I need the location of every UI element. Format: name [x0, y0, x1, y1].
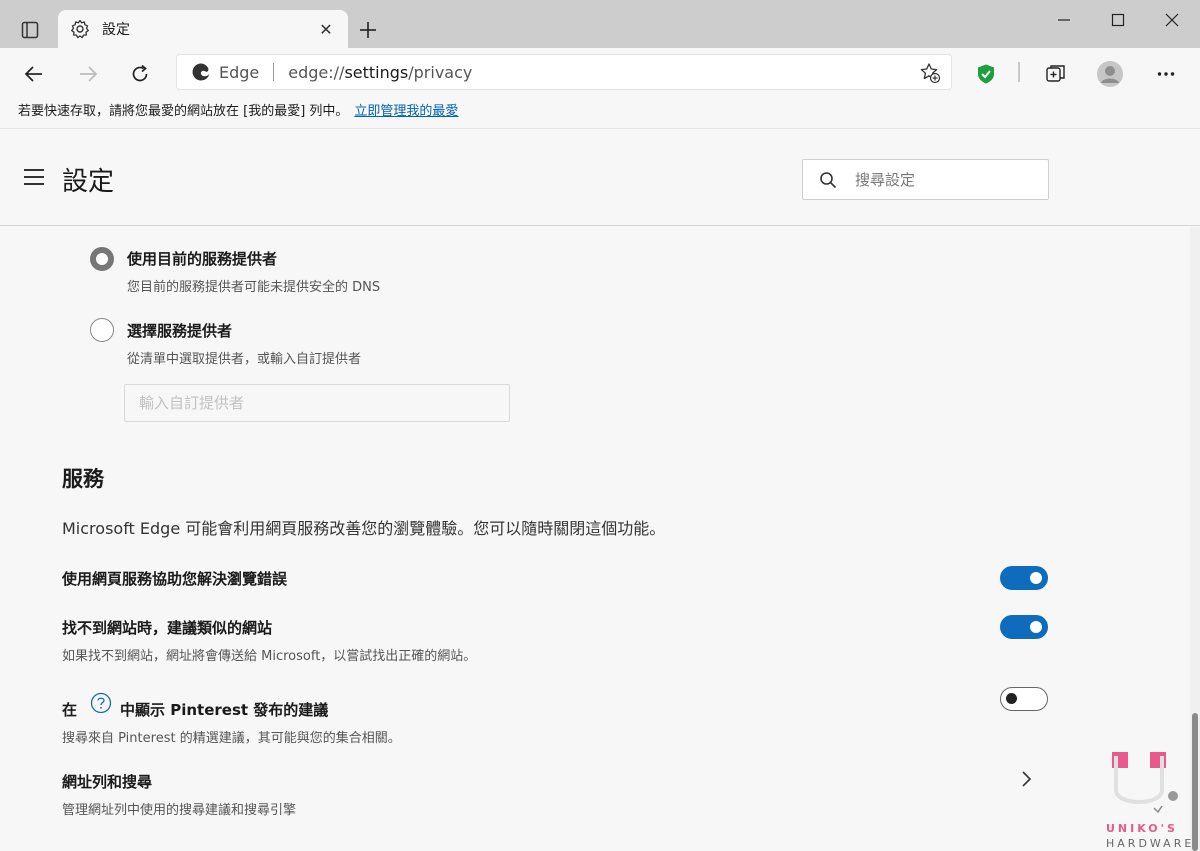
- chevron-right-icon[interactable]: [1020, 770, 1034, 788]
- watermark-line1: UNIKO'S: [1106, 822, 1178, 835]
- suggest-similar-sites-title: 找不到網站時，建議類似的網站: [62, 619, 273, 637]
- tab-strip: 設定 ✕: [0, 0, 1200, 48]
- shield-icon: [978, 64, 994, 84]
- watermark-logo: [1112, 752, 1178, 814]
- address-bar-search-title[interactable]: 網址列和搜尋: [62, 771, 152, 792]
- page-title: 設定: [62, 167, 115, 197]
- page-scrollbar[interactable]: [1190, 227, 1200, 851]
- manage-favorites-link[interactable]: 立即管理我的最愛: [354, 104, 458, 119]
- watermark: UNIKO'S HARDWARE: [1106, 748, 1191, 851]
- collections-help-icon[interactable]: [90, 692, 112, 714]
- gear-icon: [71, 19, 89, 39]
- arrow-left-icon: [24, 66, 42, 82]
- address-separator: [273, 63, 275, 81]
- close-tab-button[interactable]: ✕: [316, 19, 336, 39]
- avatar-icon: [1097, 61, 1123, 87]
- settings-content: 使用目前的服務提供者 您目前的服務提供者可能未提供安全的 DNS 選擇服務提供者…: [0, 227, 1190, 851]
- custom-provider-input[interactable]: [124, 384, 510, 422]
- collections-button[interactable]: [1040, 58, 1072, 90]
- suggest-similar-sites-desc: 如果找不到網站，網址將會傳送給 Microsoft，以嘗試找出正確的網站。: [62, 649, 477, 664]
- minimize-button[interactable]: [1036, 0, 1092, 40]
- address-bar-search-desc: 管理網址列中使用的搜尋建議和搜尋引擎: [62, 803, 297, 818]
- address-bar[interactable]: Edge edge://settings/privacy: [176, 54, 952, 90]
- web-service-errors-title: 使用網頁服務協助您解決瀏覽錯誤: [62, 570, 288, 588]
- more-options-button[interactable]: [1150, 58, 1182, 90]
- address-url[interactable]: edge://settings/privacy: [288, 63, 472, 82]
- star-add-icon: [920, 63, 941, 84]
- search-input[interactable]: [855, 170, 1035, 189]
- services-section-title: 服務: [62, 467, 104, 491]
- close-window-button[interactable]: [1144, 0, 1200, 40]
- search-box[interactable]: [802, 159, 1049, 200]
- plus-icon: [360, 22, 376, 38]
- web-service-errors-toggle[interactable]: [1000, 566, 1048, 590]
- back-button[interactable]: [16, 56, 52, 92]
- services-section-desc: Microsoft Edge 可能會利用網頁服務改善您的瀏覽體驗。您可以隨時關閉…: [62, 519, 666, 538]
- watermark-line2: HARDWARE: [1106, 837, 1195, 850]
- pinterest-suggestions-toggle[interactable]: [1000, 687, 1048, 711]
- favorites-bar: 若要快速存取，請將您最愛的網站放在 [我的最愛] 列中。 立即管理我的最愛: [0, 98, 1200, 128]
- close-icon: [1165, 13, 1179, 27]
- pinterest-suggestions-title-prefix: 在: [62, 701, 78, 719]
- menu-button[interactable]: [24, 169, 44, 185]
- maximize-icon: [1111, 13, 1125, 27]
- search-icon: [820, 171, 837, 188]
- more-horizontal-icon: [1157, 72, 1175, 76]
- address-site-label: Edge: [219, 62, 260, 82]
- tab-actions-button[interactable]: [12, 14, 48, 46]
- choose-provider-desc: 從清單中選取提供者，或輸入自訂提供者: [127, 352, 362, 367]
- radio-choose-provider[interactable]: [90, 318, 114, 342]
- minimize-icon: [1058, 19, 1070, 21]
- tab-title: 設定: [102, 22, 130, 38]
- toolbar: Edge edge://settings/privacy: [0, 48, 1200, 98]
- favorites-bar-text: 若要快速存取，請將您最愛的網站放在 [我的最愛] 列中。: [18, 104, 349, 119]
- profile-button[interactable]: [1094, 58, 1126, 90]
- current-provider-desc: 您目前的服務提供者可能未提供安全的 DNS: [127, 280, 381, 295]
- suggest-similar-sites-toggle[interactable]: [1000, 615, 1048, 639]
- new-tab-button[interactable]: [352, 14, 384, 46]
- pinterest-suggestions-title: 中顯示 Pinterest 發布的建議: [120, 701, 329, 719]
- forward-button[interactable]: [70, 56, 106, 92]
- tab-actions-icon: [21, 21, 39, 39]
- radio-current-provider[interactable]: [90, 247, 114, 271]
- refresh-button[interactable]: [122, 56, 158, 92]
- security-extension-button[interactable]: [970, 58, 1002, 90]
- choose-provider-title: 選擇服務提供者: [127, 322, 233, 340]
- tab-settings[interactable]: 設定 ✕: [58, 10, 348, 48]
- toolbar-divider: [1018, 62, 1020, 82]
- arrow-right-icon: [80, 66, 98, 82]
- settings-header: 設定: [0, 128, 1200, 226]
- pinterest-suggestions-desc: 搜尋來自 Pinterest 的精選建議，其可能與您的集合相關。: [62, 731, 401, 746]
- collections-icon: [1046, 65, 1065, 82]
- scrollbar-thumb[interactable]: [1192, 713, 1198, 851]
- refresh-icon: [132, 64, 148, 82]
- add-favorite-button[interactable]: [919, 62, 941, 88]
- maximize-button[interactable]: [1090, 0, 1146, 40]
- current-provider-title: 使用目前的服務提供者: [127, 250, 278, 268]
- edge-logo-icon: [192, 63, 210, 81]
